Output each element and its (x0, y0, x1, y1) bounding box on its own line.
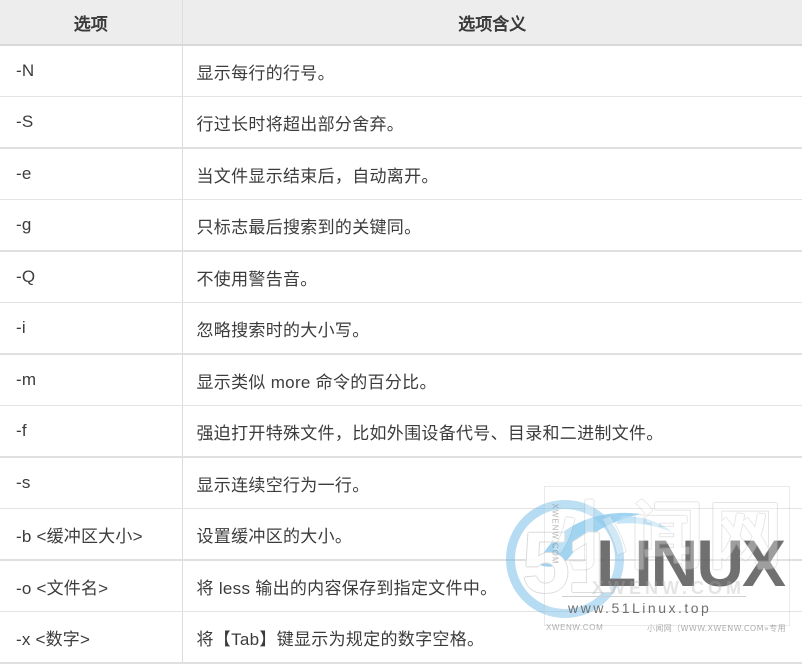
table-row: -e 当文件显示结束后，自动离开。 (0, 148, 802, 200)
table-row: -b <缓冲区大小> 设置缓冲区的大小。 (0, 508, 802, 561)
cell-meaning: 忽略搜索时的大小写。 (182, 302, 802, 355)
table-row: -f 强迫打开特殊文件，比如外围设备代号、目录和二进制文件。 (0, 405, 802, 458)
cell-meaning: 当文件显示结束后，自动离开。 (182, 148, 802, 200)
cell-option: -N (0, 45, 183, 97)
cell-option: -x <数字> (0, 611, 183, 664)
table-row: -Q 不使用警告音。 (0, 251, 802, 303)
table-row: -x <数字> 将【Tab】键显示为规定的数字空格。 (0, 611, 802, 664)
cell-option: -g (0, 199, 183, 252)
table-row: -m 显示类似 more 命令的百分比。 (0, 354, 802, 406)
cell-option: -S (0, 96, 183, 149)
cell-option: -s (0, 457, 183, 509)
cell-meaning: 将【Tab】键显示为规定的数字空格。 (182, 611, 802, 664)
options-table: 选项 选项含义 -N 显示每行的行号。 -S 行过长时将超出部分舍弃。 -e 当文件显示结… (0, 0, 802, 664)
cell-meaning: 不使用警告音。 (182, 251, 802, 303)
cell-option: -f (0, 405, 183, 458)
cell-meaning: 只标志最后搜索到的关键同。 (182, 199, 802, 252)
table-row: -o <文件名> 将 less 输出的内容保存到指定文件中。 (0, 560, 802, 612)
cell-meaning: 显示类似 more 命令的百分比。 (182, 354, 802, 406)
table-row: -s 显示连续空行为一行。 (0, 457, 802, 509)
table-header: 选项 选项含义 (0, 0, 802, 46)
cell-option: -b <缓冲区大小> (0, 508, 183, 561)
cell-meaning: 强迫打开特殊文件，比如外围设备代号、目录和二进制文件。 (182, 405, 802, 458)
header-row: 选项 选项含义 (0, 0, 802, 46)
column-header-option: 选项 (0, 0, 183, 46)
cell-option: -i (0, 302, 183, 355)
cell-meaning: 行过长时将超出部分舍弃。 (182, 96, 802, 149)
cell-meaning: 设置缓冲区的大小。 (182, 508, 802, 561)
table-body: -N 显示每行的行号。 -S 行过长时将超出部分舍弃。 -e 当文件显示结束后，自动离开。… (0, 45, 802, 664)
table-row: -S 行过长时将超出部分舍弃。 (0, 96, 802, 149)
cell-option: -o <文件名> (0, 560, 183, 612)
cell-meaning: 显示连续空行为一行。 (182, 457, 802, 509)
cell-option: -e (0, 148, 183, 200)
cell-meaning: 显示每行的行号。 (182, 45, 802, 97)
column-header-meaning: 选项含义 (182, 0, 802, 46)
table-row: -g 只标志最后搜索到的关键同。 (0, 199, 802, 252)
table-row: -N 显示每行的行号。 (0, 45, 802, 97)
cell-meaning: 将 less 输出的内容保存到指定文件中。 (182, 560, 802, 612)
table-row: -i 忽略搜索时的大小写。 (0, 302, 802, 355)
cell-option: -Q (0, 251, 183, 303)
cell-option: -m (0, 354, 183, 406)
